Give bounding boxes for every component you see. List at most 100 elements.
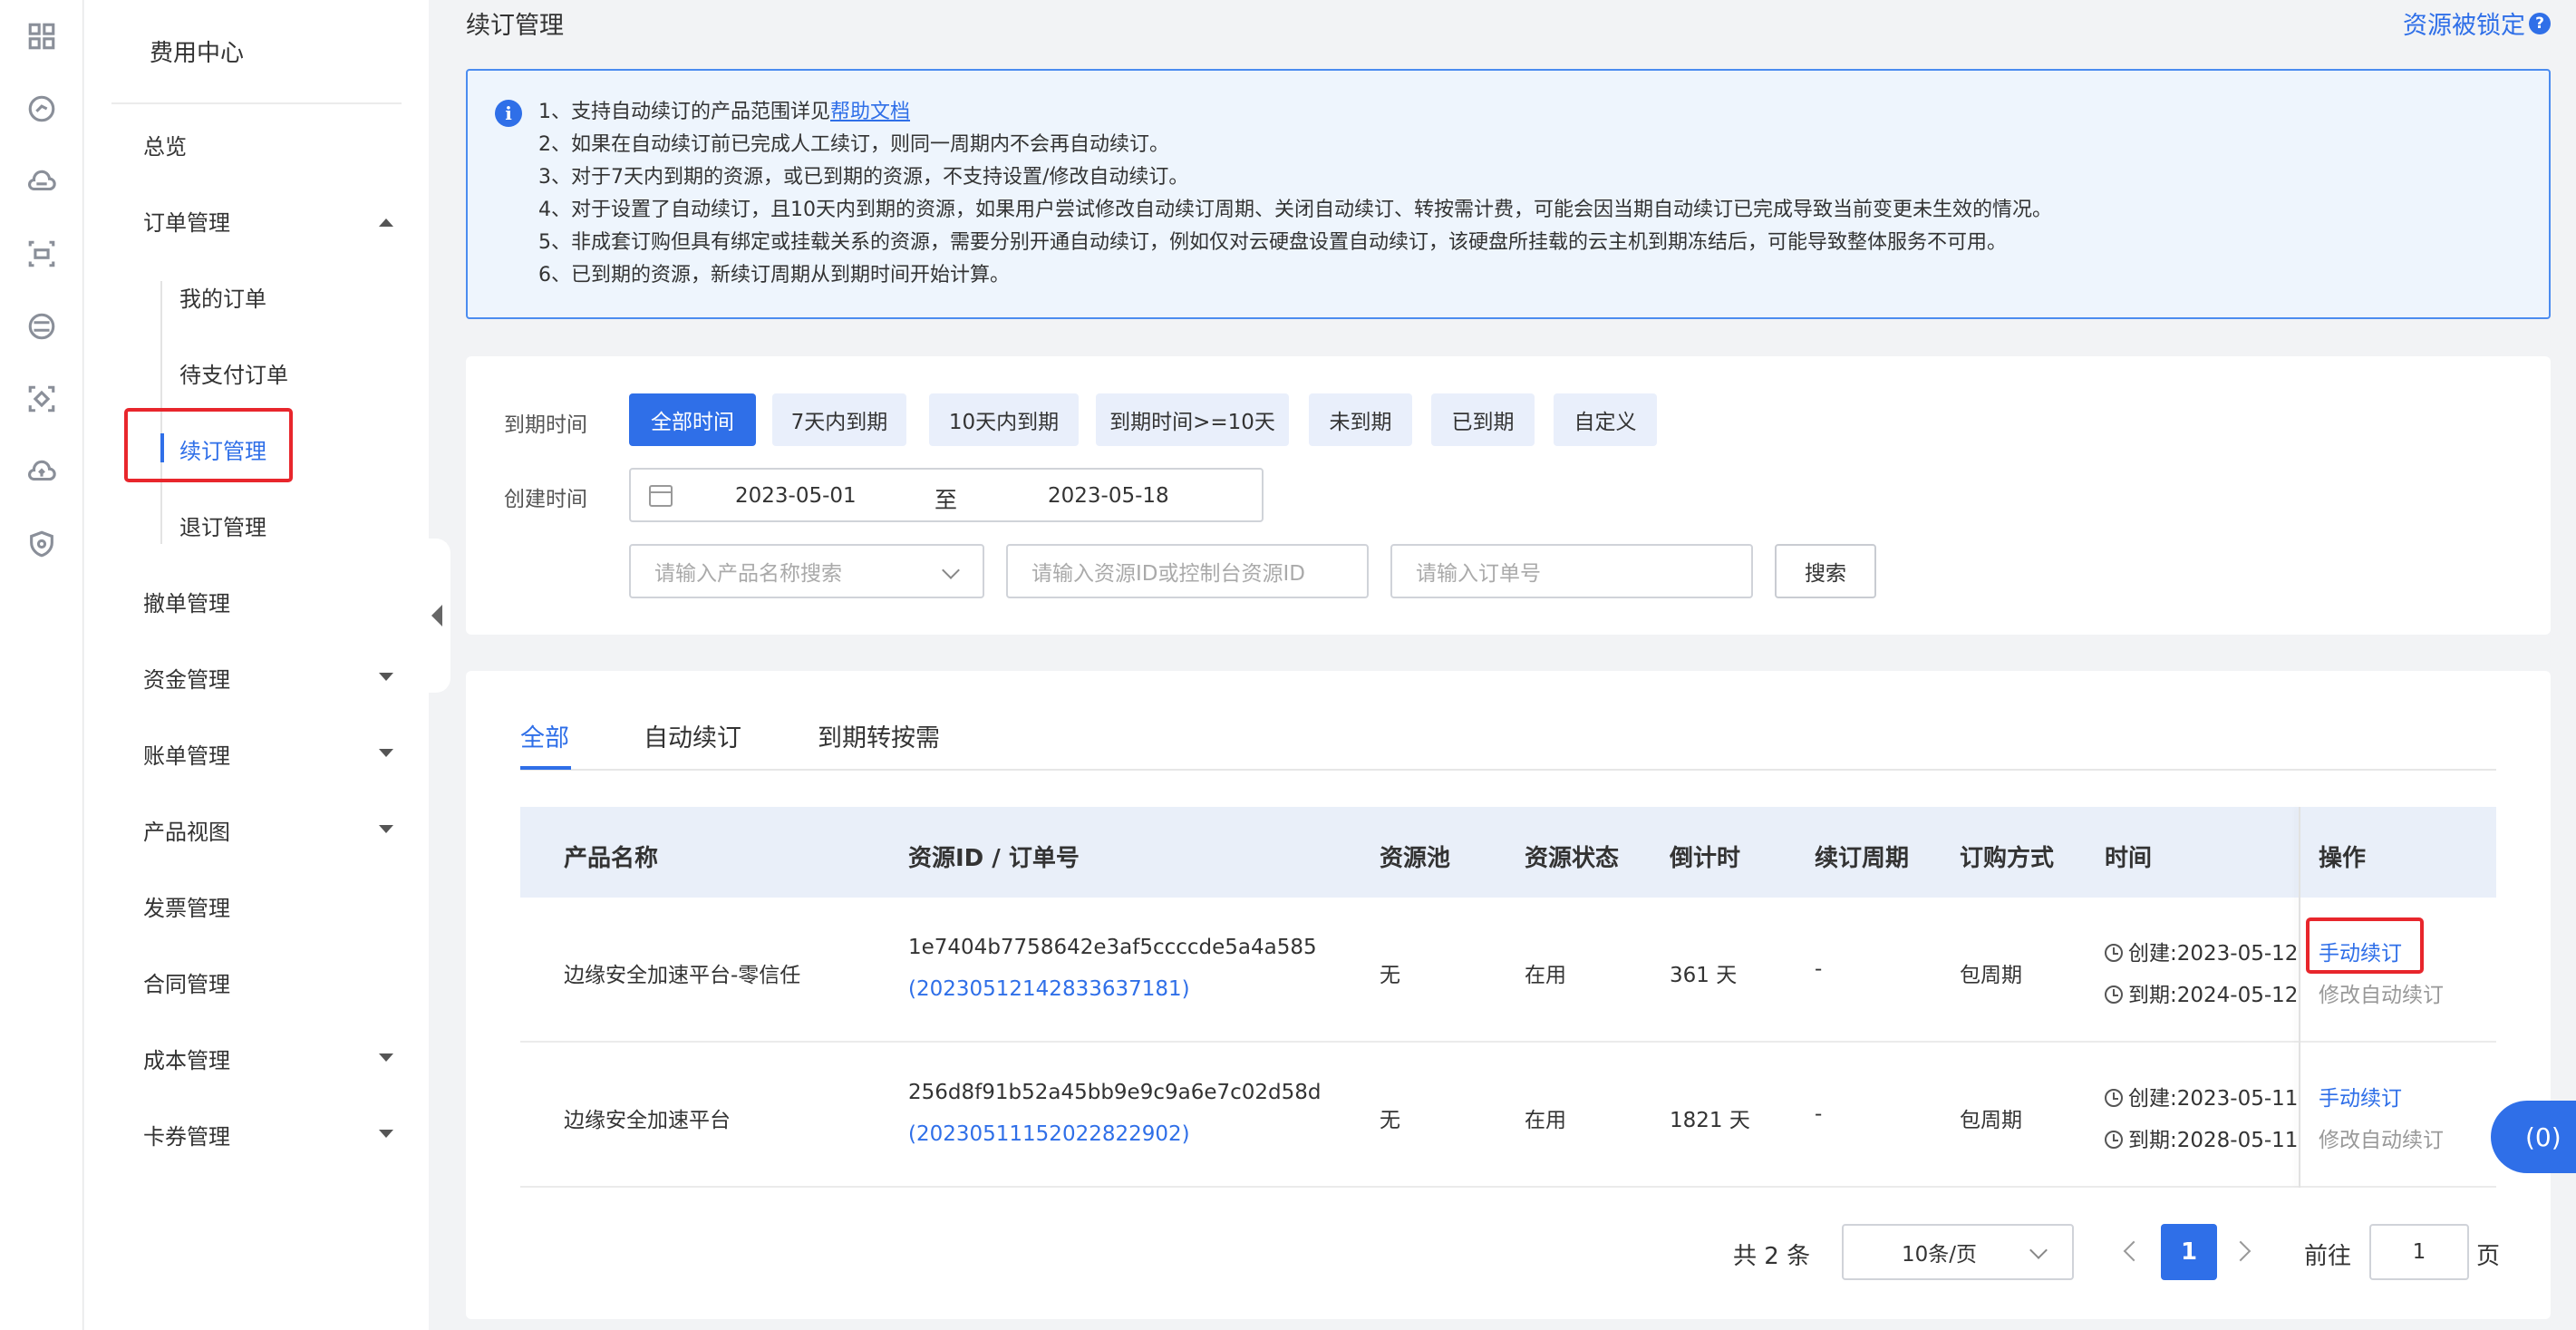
column-header-resource-id: 资源ID / 订单号	[908, 845, 1080, 872]
notice-line-5: 5、非成套订购但具有绑定或挂载关系的资源，需要分别开通自动续订，例如仅对云硬盘设…	[538, 231, 2008, 254]
sidebar-item-withdraw[interactable]: 撤单管理	[143, 586, 230, 617]
table-header: 产品名称 资源ID / 订单号 资源池 资源状态 倒计时 续订周期 订购方式 时…	[520, 807, 2496, 898]
filter-panel: 到期时间 全部时间 7天内到期 10天内到期 到期时间>=10天 未到期 已到期…	[466, 356, 2551, 635]
filter-chip-over-10-days[interactable]: 到期时间>=10天	[1096, 393, 1289, 446]
expire-time: 到期:2028-05-11	[2105, 1122, 2297, 1153]
notice-panel: i 1、支持自动续订的产品范围详见帮助文档 2、如果在自动续订前已完成人工续订，…	[466, 69, 2551, 319]
notice-line-1: 1、支持自动续订的产品范围详见帮助文档	[538, 96, 2052, 129]
product-search-placeholder: 请输入产品名称搜索	[654, 562, 842, 586]
page-button-current[interactable]: 1	[2161, 1224, 2217, 1280]
cloud-icon[interactable]	[22, 161, 62, 201]
modify-auto-renew-link[interactable]: 修改自动续订	[2319, 1122, 2444, 1153]
help-doc-link[interactable]: 帮助文档	[830, 101, 910, 123]
order-number-input[interactable]: 请输入订单号	[1390, 544, 1753, 598]
goto-label: 前往	[2304, 1243, 2352, 1270]
sidebar-item-cost[interactable]: 成本管理	[143, 1043, 230, 1074]
sidebar-item-contract[interactable]: 合同管理	[143, 966, 230, 998]
column-header-actions: 操作	[2319, 845, 2367, 872]
resource-locked-link[interactable]: 资源被锁定 ?	[2403, 5, 2551, 41]
sidebar-item-funds[interactable]: 资金管理	[143, 662, 230, 694]
order-number-link[interactable]: (20230511152022822902)	[908, 1122, 1190, 1146]
floating-cart-badge[interactable]: (0)	[2491, 1101, 2576, 1173]
sidebar-collapse-handle[interactable]	[423, 539, 450, 693]
filter-chip-all-time[interactable]: 全部时间	[629, 393, 756, 446]
icon-rail	[0, 0, 83, 1330]
tab-expire-to-on-demand[interactable]: 到期转按需	[818, 718, 940, 753]
info-icon: i	[495, 100, 522, 127]
sidebar-item-invoice[interactable]: 发票管理	[143, 890, 230, 922]
tab-all[interactable]: 全部	[520, 718, 569, 753]
page-suffix-label: 页	[2476, 1243, 2501, 1270]
sidebar-divider	[111, 102, 402, 104]
created-time-label: 创建时间	[504, 488, 587, 511]
date-range-picker[interactable]: 2023-05-01 至 2023-05-18	[629, 468, 1264, 522]
filter-chip-custom[interactable]: 自定义	[1554, 393, 1657, 446]
renew-cycle: -	[1815, 1102, 1823, 1126]
resource-locked-label[interactable]: 资源被锁定	[2403, 5, 2525, 41]
sidebar-item-product-view[interactable]: 产品视图	[143, 814, 230, 846]
order-number-link[interactable]: (20230512142833637181)	[908, 977, 1190, 1001]
filter-chip-7-days[interactable]: 7天内到期	[772, 393, 906, 446]
sidebar-item-bills[interactable]: 账单管理	[143, 738, 230, 770]
expire-time-label: 到期时间	[504, 413, 587, 437]
column-header-product: 产品名称	[564, 845, 659, 872]
column-header-status: 资源状态	[1525, 845, 1620, 872]
network-icon[interactable]	[22, 234, 62, 274]
chevron-down-icon[interactable]	[379, 825, 393, 833]
resource-id-input[interactable]: 请输入资源ID或控制台资源ID	[1006, 544, 1369, 598]
fixed-column-shadow	[2299, 807, 2300, 1188]
date-separator: 至	[935, 487, 958, 513]
page-size-select[interactable]: 10条/页	[1842, 1224, 2074, 1280]
sidebar-item-coupon[interactable]: 卡券管理	[143, 1119, 230, 1150]
notice-line-2: 2、如果在自动续订前已完成人工续订，则同一周期内不会再自动续订。	[538, 133, 1169, 156]
chevron-down-icon[interactable]	[379, 1130, 393, 1138]
sidebar-item-my-orders[interactable]: 我的订单	[179, 281, 266, 313]
created-time: 创建:2023-05-12	[2105, 936, 2297, 966]
notice-line-4: 4、对于设置了自动续订，且10天内到期的资源，如果用户尝试修改自动续订周期、关闭…	[538, 199, 2052, 221]
page-title: 续订管理	[466, 12, 564, 40]
sidebar: 费用中心 总览 订单管理 我的订单 待支付订单 续订管理 退订管理 撤单管理 资…	[84, 0, 429, 1330]
column-header-countdown: 倒计时	[1670, 845, 1741, 872]
page-size-value: 10条/页	[1902, 1243, 1978, 1267]
filter-chip-not-expired[interactable]: 未到期	[1309, 393, 1412, 446]
product-name: 边缘安全加速平台-零信任	[564, 964, 801, 987]
chevron-down-icon[interactable]	[379, 749, 393, 757]
speed-icon[interactable]	[22, 89, 62, 129]
resource-id: 1e7404b7758642e3af5ccccde5a4a585	[908, 936, 1317, 959]
chevron-down-icon	[942, 561, 960, 579]
storage-icon[interactable]	[22, 306, 62, 346]
manual-renew-link[interactable]: 手动续订	[2319, 1081, 2402, 1112]
date-start[interactable]: 2023-05-01	[735, 484, 857, 508]
highlight-box	[2306, 917, 2424, 974]
date-end[interactable]: 2023-05-18	[1048, 484, 1169, 508]
filter-chip-expired[interactable]: 已到期	[1431, 393, 1535, 446]
purchase-method: 包周期	[1960, 1109, 2022, 1132]
cloud-upload-icon[interactable]	[22, 451, 62, 491]
column-header-method: 订购方式	[1960, 845, 2055, 872]
scan-icon[interactable]	[22, 379, 62, 419]
table-row: 边缘安全加速平台-零信任 1e7404b7758642e3af5ccccde5a…	[520, 898, 2496, 1043]
clock-icon	[2105, 1131, 2123, 1149]
tab-auto-renew[interactable]: 自动续订	[644, 718, 741, 753]
grid-icon[interactable]	[22, 16, 62, 56]
goto-page-input[interactable]: 1	[2369, 1224, 2469, 1280]
help-icon[interactable]: ?	[2529, 12, 2551, 34]
chevron-left-icon[interactable]	[2123, 1240, 2145, 1262]
sidebar-item-orders[interactable]: 订单管理	[143, 205, 230, 237]
purchase-method: 包周期	[1960, 964, 2022, 987]
notice-line-6: 6、已到期的资源，新续订周期从到期时间开始计算。	[538, 264, 1010, 286]
chevron-down-icon[interactable]	[379, 1053, 393, 1062]
sidebar-item-refund[interactable]: 退订管理	[179, 510, 266, 541]
sidebar-item-overview[interactable]: 总览	[143, 129, 187, 160]
modify-auto-renew-link[interactable]: 修改自动续订	[2319, 977, 2444, 1008]
shield-icon[interactable]	[22, 524, 62, 564]
sidebar-item-pending-orders[interactable]: 待支付订单	[179, 357, 288, 389]
resource-pool: 无	[1380, 964, 1400, 987]
product-search-select[interactable]: 请输入产品名称搜索	[629, 544, 984, 598]
filter-chip-10-days[interactable]: 10天内到期	[929, 393, 1079, 446]
table-panel: 全部 自动续订 到期转按需 产品名称 资源ID / 订单号 资源池 资源状态 倒…	[466, 671, 2551, 1319]
chevron-up-icon[interactable]	[379, 218, 393, 227]
chevron-right-icon[interactable]	[2230, 1240, 2252, 1262]
search-button[interactable]: 搜索	[1775, 544, 1876, 598]
chevron-down-icon[interactable]	[379, 673, 393, 681]
